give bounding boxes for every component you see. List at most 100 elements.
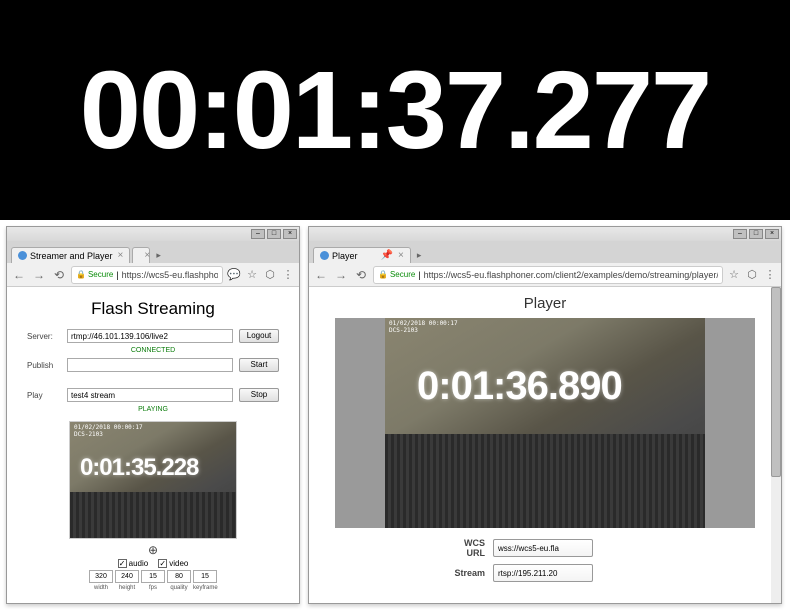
checkbox-icon: ✓ (158, 559, 167, 568)
reload-button[interactable]: ⟲ (51, 267, 67, 283)
player-form: WCS URL Stream (445, 538, 645, 582)
keyframe-input[interactable] (193, 570, 217, 583)
publish-row: Publish Start (27, 358, 279, 372)
height-input[interactable] (115, 570, 139, 583)
tab-label: Player (332, 251, 358, 261)
extension-icon[interactable]: ⬡ (263, 268, 277, 282)
secure-label: Secure (390, 270, 415, 279)
secure-indicator: 🔒 Secure (76, 270, 113, 279)
close-button[interactable]: × (283, 229, 297, 239)
url-text: https://wcs5-eu.flashphoner.com/client2/… (424, 270, 718, 280)
tab-close-icon[interactable]: × (118, 250, 124, 261)
url-input[interactable]: 🔒 Secure | https://wcs5-eu.flashphoner.c… (373, 266, 723, 284)
wcs-input[interactable] (493, 539, 593, 557)
tab-close-icon[interactable]: × (144, 250, 150, 261)
stream-input[interactable] (493, 564, 593, 582)
preview-video: 01/02/2018 00:00:17 DCS-2103 0:01:35.228 (69, 421, 237, 539)
left-page-content: Flash Streaming Server: Logout CONNECTED… (7, 287, 299, 603)
right-browser-window: – □ × Player 📌 × ▸ ← → ⟲ 🔒 Secure | (308, 226, 782, 604)
left-addressbar: ← → ⟲ 🔒 Secure | https://wcs5-eu.flashph… (7, 263, 299, 287)
video-checkbox[interactable]: ✓ video (158, 559, 188, 568)
reload-button[interactable]: ⟲ (353, 267, 369, 283)
param-labels: width height fps quality keyframe (27, 585, 279, 591)
stream-row: Stream (445, 564, 645, 582)
url-input[interactable]: 🔒 Secure | https://wcs5-eu.flashphoner.c (71, 266, 223, 284)
back-button[interactable]: ← (313, 267, 329, 283)
tab-label: Streamer and Player (30, 251, 113, 261)
player-title: Player (317, 295, 773, 312)
server-status: CONNECTED (27, 347, 279, 354)
lock-icon: 🔒 (76, 270, 86, 279)
browser-windows-container: – □ × Streamer and Player × × ▸ ← → ⟲ 🔒 (0, 220, 790, 610)
forward-button[interactable]: → (333, 267, 349, 283)
play-row: Play Stop (27, 388, 279, 402)
start-button[interactable]: Start (239, 358, 279, 372)
tab-close-icon[interactable]: × (398, 250, 404, 261)
tab-streamer[interactable]: Streamer and Player × (11, 247, 130, 263)
play-label: Play (27, 391, 61, 400)
video-osd: 01/02/2018 00:00:17 DCS-2103 (389, 320, 458, 334)
quality-input[interactable] (167, 570, 191, 583)
left-tabbar: Streamer and Player × × ▸ (7, 241, 299, 263)
lock-icon: 🔒 (378, 270, 388, 279)
secure-label: Secure (88, 270, 113, 279)
params-row (27, 570, 279, 583)
right-tabbar: Player 📌 × ▸ (309, 241, 781, 263)
chat-icon[interactable]: 💬 (227, 268, 241, 282)
tab-icon (18, 251, 27, 260)
maximize-button[interactable]: □ (267, 229, 281, 239)
checkbox-icon: ✓ (118, 559, 127, 568)
extension-icon[interactable]: ⬡ (745, 268, 759, 282)
server-row: Server: Logout (27, 329, 279, 343)
star-icon[interactable]: ☆ (727, 268, 741, 282)
fps-input[interactable] (141, 570, 165, 583)
video-keyboard (385, 434, 705, 529)
url-text: https://wcs5-eu.flashphoner.c (122, 270, 218, 280)
minimize-button[interactable]: – (733, 229, 747, 239)
right-titlebar: – □ × (309, 227, 781, 241)
menu-icon[interactable]: ⋮ (763, 268, 777, 282)
video-frame: 01/02/2018 00:00:17 DCS-2103 0:01:35.228 (70, 422, 236, 538)
page-title: Flash Streaming (27, 299, 279, 319)
player-video-frame: 01/02/2018 00:00:17 DCS-2103 0:01:36.890 (385, 318, 705, 528)
play-input[interactable] (67, 388, 233, 402)
forward-button[interactable]: → (31, 267, 47, 283)
server-input[interactable] (67, 329, 233, 343)
right-page-content: Player 01/02/2018 00:00:17 DCS-2103 0:01… (309, 287, 781, 603)
tab-secondary[interactable]: × (132, 247, 150, 263)
close-button[interactable]: × (765, 229, 779, 239)
newtab-button[interactable]: ▸ (413, 248, 426, 263)
stop-button[interactable]: Stop (239, 388, 279, 402)
publish-input[interactable] (67, 358, 233, 372)
maximize-button[interactable]: □ (749, 229, 763, 239)
player-video-timer: 0:01:36.890 (417, 364, 622, 409)
tab-player[interactable]: Player 📌 × (313, 247, 411, 263)
width-input[interactable] (89, 570, 113, 583)
star-icon[interactable]: ☆ (245, 268, 259, 282)
player-video-container: 01/02/2018 00:00:17 DCS-2103 0:01:36.890 (335, 318, 755, 528)
scrollbar[interactable] (771, 287, 781, 603)
logout-button[interactable]: Logout (239, 329, 279, 343)
video-keyboard (70, 492, 236, 538)
tab-close-icon[interactable]: 📌 (381, 250, 393, 261)
scrollbar-thumb[interactable] (771, 287, 781, 477)
back-button[interactable]: ← (11, 267, 27, 283)
publish-label: Publish (27, 361, 61, 370)
video-label: video (169, 559, 188, 568)
menu-icon[interactable]: ⋮ (281, 268, 295, 282)
wcs-label: WCS URL (445, 538, 485, 558)
audio-label: audio (129, 559, 149, 568)
volume-icon[interactable]: ⊕ (27, 543, 279, 557)
wcs-row: WCS URL (445, 538, 645, 558)
secure-indicator: 🔒 Secure (378, 270, 415, 279)
minimize-button[interactable]: – (251, 229, 265, 239)
tab-icon (320, 251, 329, 260)
newtab-button[interactable]: ▸ (152, 248, 165, 263)
left-browser-window: – □ × Streamer and Player × × ▸ ← → ⟲ 🔒 (6, 226, 300, 604)
video-osd: 01/02/2018 00:00:17 DCS-2103 (74, 424, 143, 438)
right-addressbar: ← → ⟲ 🔒 Secure | https://wcs5-eu.flashph… (309, 263, 781, 287)
audio-checkbox[interactable]: ✓ audio (118, 559, 149, 568)
main-timer: 00:01:37.277 (0, 0, 790, 220)
stream-label: Stream (445, 568, 485, 578)
play-status: PLAYING (27, 406, 279, 413)
